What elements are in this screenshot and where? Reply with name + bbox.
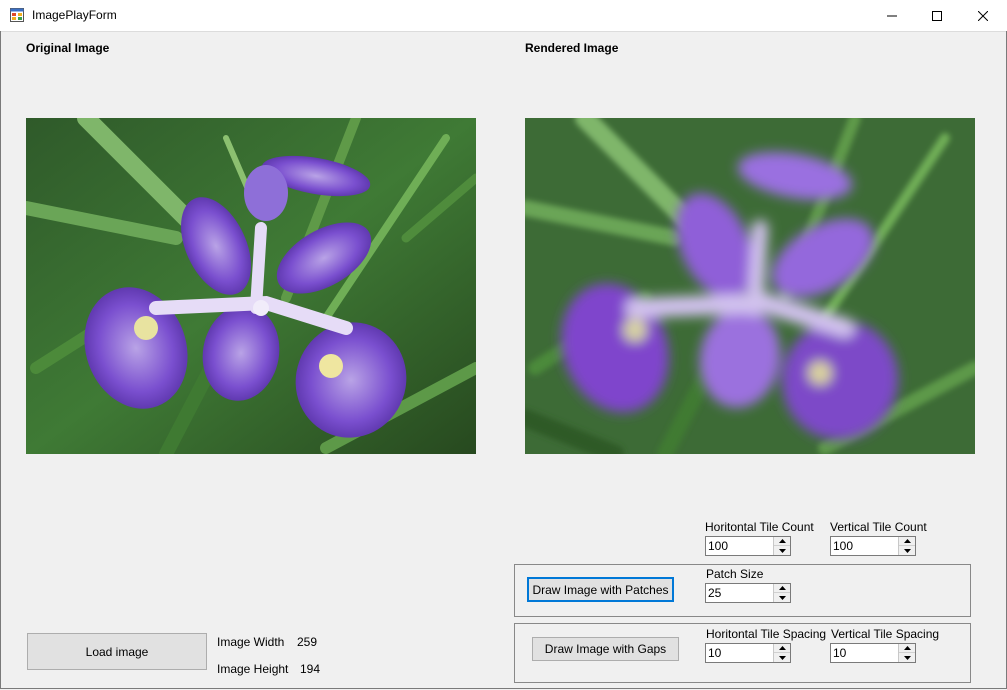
stepper-buttons xyxy=(773,537,790,555)
stepper-buttons xyxy=(773,644,790,662)
horizontal-tile-count-label: Horitontal Tile Count xyxy=(705,520,814,534)
stepper-buttons xyxy=(898,537,915,555)
arrow-up-icon xyxy=(903,646,911,650)
decrement-button[interactable] xyxy=(899,546,915,555)
close-button[interactable] xyxy=(960,0,1006,31)
original-image xyxy=(26,118,476,454)
arrow-up-icon xyxy=(778,586,786,590)
stepper-buttons xyxy=(773,584,790,602)
vertical-tile-count-label: Vertical Tile Count xyxy=(830,520,927,534)
vertical-tile-count-stepper[interactable] xyxy=(830,536,916,556)
close-icon xyxy=(978,10,988,21)
stepper-buttons xyxy=(898,644,915,662)
rendered-image xyxy=(525,118,975,454)
horizontal-tile-spacing-label: Horitontal Tile Spacing xyxy=(706,627,827,641)
title-bar: ImagePlayForm xyxy=(0,0,1007,32)
arrow-up-icon xyxy=(903,539,911,543)
patch-size-stepper[interactable] xyxy=(705,583,791,603)
vertical-tile-spacing-stepper[interactable] xyxy=(830,643,916,663)
draw-gaps-button[interactable]: Draw Image with Gaps xyxy=(532,637,679,661)
patch-size-input[interactable] xyxy=(706,584,774,602)
decrement-button[interactable] xyxy=(899,653,915,662)
arrow-up-icon xyxy=(778,646,786,650)
minimize-icon xyxy=(887,15,897,16)
image-width-value: 259 xyxy=(297,635,318,649)
image-height-label: Image Height xyxy=(217,662,289,676)
arrow-down-icon xyxy=(903,548,911,553)
decrement-button[interactable] xyxy=(774,593,790,602)
vertical-tile-count-input[interactable] xyxy=(831,537,899,555)
horizontal-tile-count-input[interactable] xyxy=(706,537,774,555)
increment-button[interactable] xyxy=(899,644,915,653)
horizontal-tile-spacing-input[interactable] xyxy=(706,644,774,662)
original-image-heading: Original Image xyxy=(26,41,110,55)
arrow-down-icon xyxy=(903,655,911,660)
arrow-down-icon xyxy=(778,548,786,553)
window-title: ImagePlayForm xyxy=(32,8,117,22)
load-image-button[interactable]: Load image xyxy=(27,633,207,670)
patch-size-label: Patch Size xyxy=(706,567,764,581)
increment-button[interactable] xyxy=(899,537,915,546)
horizontal-tile-spacing-stepper[interactable] xyxy=(705,643,791,663)
vertical-tile-spacing-label: Vertical Tile Spacing xyxy=(831,627,940,641)
vertical-tile-spacing-input[interactable] xyxy=(831,644,899,662)
arrow-down-icon xyxy=(778,595,786,600)
draw-patches-button[interactable]: Draw Image with Patches xyxy=(527,577,674,602)
maximize-icon xyxy=(932,10,942,21)
minimize-button[interactable] xyxy=(869,0,915,31)
arrow-down-icon xyxy=(778,655,786,660)
horizontal-tile-count-stepper[interactable] xyxy=(705,536,791,556)
form-app-icon[interactable] xyxy=(10,8,24,22)
image-height-value: 194 xyxy=(300,662,321,676)
increment-button[interactable] xyxy=(774,644,790,653)
increment-button[interactable] xyxy=(774,584,790,593)
maximize-button[interactable] xyxy=(914,0,960,31)
decrement-button[interactable] xyxy=(774,546,790,555)
arrow-up-icon xyxy=(778,539,786,543)
rendered-image-heading: Rendered Image xyxy=(525,41,619,55)
image-width-label: Image Width xyxy=(217,635,285,649)
decrement-button[interactable] xyxy=(774,653,790,662)
increment-button[interactable] xyxy=(774,537,790,546)
